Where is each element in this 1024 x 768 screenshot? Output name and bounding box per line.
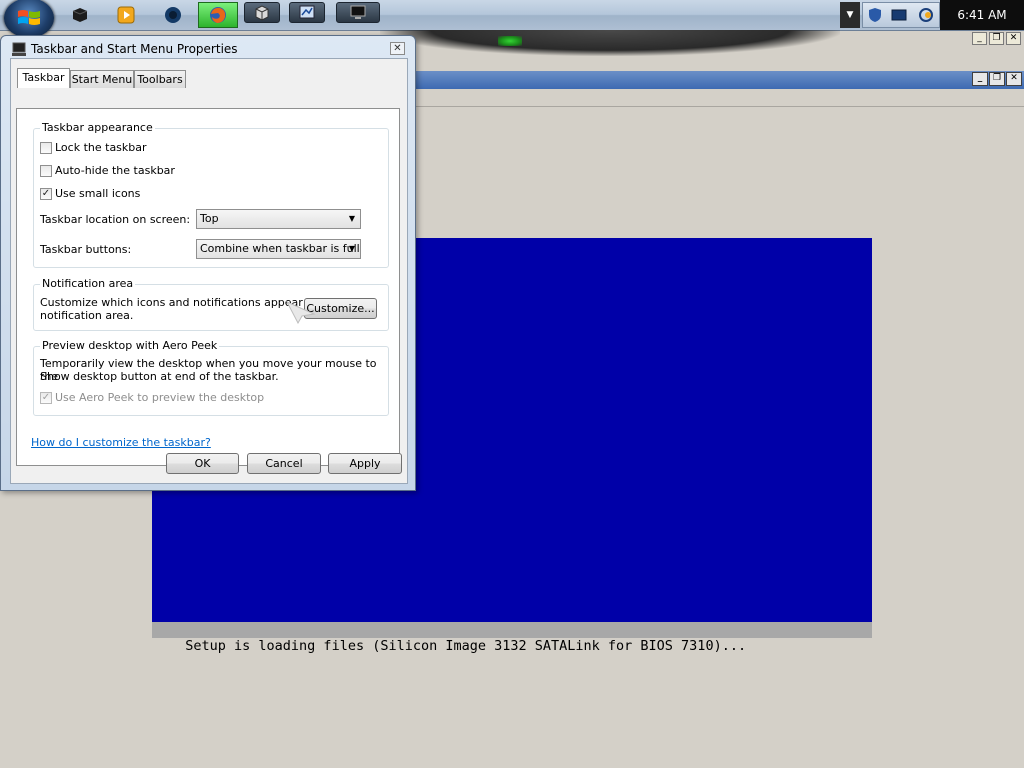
small-icons-option[interactable]: ✓ Use small icons [40, 187, 140, 200]
vm-window-button[interactable] [336, 2, 380, 23]
dialog-body: Taskbar Start Menu Toolbars Taskbar appe… [10, 58, 408, 484]
tab-label: Start Menu [71, 73, 133, 86]
notification-text-line2: notification area. [40, 309, 134, 322]
virtualbox-icon[interactable] [62, 2, 98, 28]
taskbar-decoration [380, 30, 840, 56]
dialog-title: Taskbar and Start Menu Properties [31, 42, 238, 56]
notification-area-group: Notification area Customize which icons … [33, 277, 389, 331]
dropdown-arrow-icon: ▼ [348, 214, 355, 223]
virtualbox-window-button[interactable] [244, 2, 280, 23]
cancel-button[interactable]: Cancel [247, 453, 321, 474]
small-icons-checkbox[interactable]: ✓ [40, 187, 52, 200]
checkmark-icon: ✓ [41, 187, 51, 199]
volume-icon[interactable] [917, 7, 935, 23]
checkbox-label: Lock the taskbar [55, 141, 147, 154]
network-window-button[interactable] [289, 2, 325, 23]
setup-status-bar: Setup is loading files (Silicon Image 31… [152, 622, 872, 654]
firefox-taskbar-button[interactable] [198, 2, 238, 28]
taskbar: ▼ 6:41 AM [0, 0, 1024, 38]
dropdown-arrow-icon: ▼ [348, 244, 355, 253]
checkbox-label: Auto-hide the taskbar [55, 164, 175, 177]
taskbar-properties-icon [12, 42, 26, 56]
tab-toolbars[interactable]: Toolbars [134, 70, 186, 88]
restore-button[interactable]: ❐ [989, 72, 1005, 86]
network-icon[interactable] [891, 8, 909, 22]
aero-peek-text-line2: Show desktop button at end of the taskba… [40, 370, 279, 383]
aero-peek-option: ✓ Use Aero Peek to preview the desktop [40, 391, 264, 404]
cube-icon [255, 4, 269, 21]
group-title: Notification area [40, 277, 136, 290]
group-title: Preview desktop with Aero Peek [40, 339, 220, 352]
minimize-button[interactable]: _ [972, 72, 988, 86]
clock-time: 6:41 AM [957, 8, 1007, 22]
apply-button[interactable]: Apply [328, 453, 402, 474]
checkmark-icon: ✓ [41, 391, 51, 403]
minimize-button[interactable]: _ [972, 32, 987, 45]
security-shield-icon[interactable] [867, 7, 883, 23]
buttons-label: Taskbar buttons: [40, 243, 132, 256]
lock-taskbar-checkbox[interactable] [40, 141, 52, 154]
dialog-close-button[interactable]: ✕ [390, 42, 405, 55]
media-player-icon[interactable] [108, 2, 144, 28]
restore-button[interactable]: ❐ [989, 32, 1004, 45]
notification-tray [862, 2, 940, 28]
taskbar-properties-dialog: Taskbar and Start Menu Properties ✕ Task… [0, 35, 416, 491]
monitor-icon [350, 5, 366, 19]
windows-logo-icon [18, 10, 40, 25]
location-label: Taskbar location on screen: [40, 213, 191, 226]
tab-label: Taskbar [22, 71, 65, 84]
lock-taskbar-option[interactable]: Lock the taskbar [40, 141, 147, 154]
vm-window-titlebar[interactable] [414, 71, 1024, 89]
group-title: Taskbar appearance [40, 121, 155, 134]
start-button[interactable] [4, 0, 54, 38]
host-window-controls: _ ❐ ✕ [972, 32, 1021, 45]
checkbox-label: Use small icons [55, 187, 141, 200]
dropdown-value: Combine when taskbar is full [200, 242, 360, 255]
tab-taskbar[interactable]: Taskbar [17, 68, 70, 88]
close-icon: ✕ [393, 43, 402, 54]
setup-status-text: Setup is loading files (Silicon Image 31… [185, 638, 747, 654]
taskbar-indicator [498, 36, 522, 46]
chevron-down-icon: ▼ [846, 10, 854, 20]
ok-button[interactable]: OK [166, 453, 239, 474]
dropdown-value: Top [200, 212, 219, 225]
taskbar-buttons-dropdown[interactable]: Combine when taskbar is full ▼ [196, 239, 361, 259]
tab-start-menu[interactable]: Start Menu [70, 70, 134, 88]
vm-window-controls: _ ❐ ✕ [972, 72, 1022, 86]
taskbar-location-dropdown[interactable]: Top ▼ [196, 209, 361, 229]
aero-peek-checkbox: ✓ [40, 391, 52, 404]
taskbar-appearance-group: Taskbar appearance Lock the taskbar Auto… [33, 121, 389, 268]
autohide-option[interactable]: Auto-hide the taskbar [40, 164, 175, 177]
system-clock[interactable]: 6:41 AM [940, 0, 1024, 30]
network-monitor-icon [299, 5, 315, 18]
firefox-icon [210, 7, 226, 23]
close-button[interactable]: ✕ [1006, 32, 1021, 45]
tab-label: Toolbars [137, 73, 183, 86]
tab-panel-taskbar: Taskbar appearance Lock the taskbar Auto… [16, 108, 400, 466]
autohide-checkbox[interactable] [40, 164, 52, 177]
vm-toolbar-separator [414, 106, 1024, 107]
globe-icon[interactable] [155, 2, 191, 28]
mouse-cursor-icon [286, 301, 316, 324]
help-link[interactable]: How do I customize the taskbar? [31, 436, 211, 449]
checkbox-label: Use Aero Peek to preview the desktop [55, 391, 265, 404]
show-hidden-icons-button[interactable]: ▼ [840, 2, 860, 28]
close-button[interactable]: ✕ [1006, 72, 1022, 86]
aero-peek-group: Preview desktop with Aero Peek Temporari… [33, 339, 389, 416]
